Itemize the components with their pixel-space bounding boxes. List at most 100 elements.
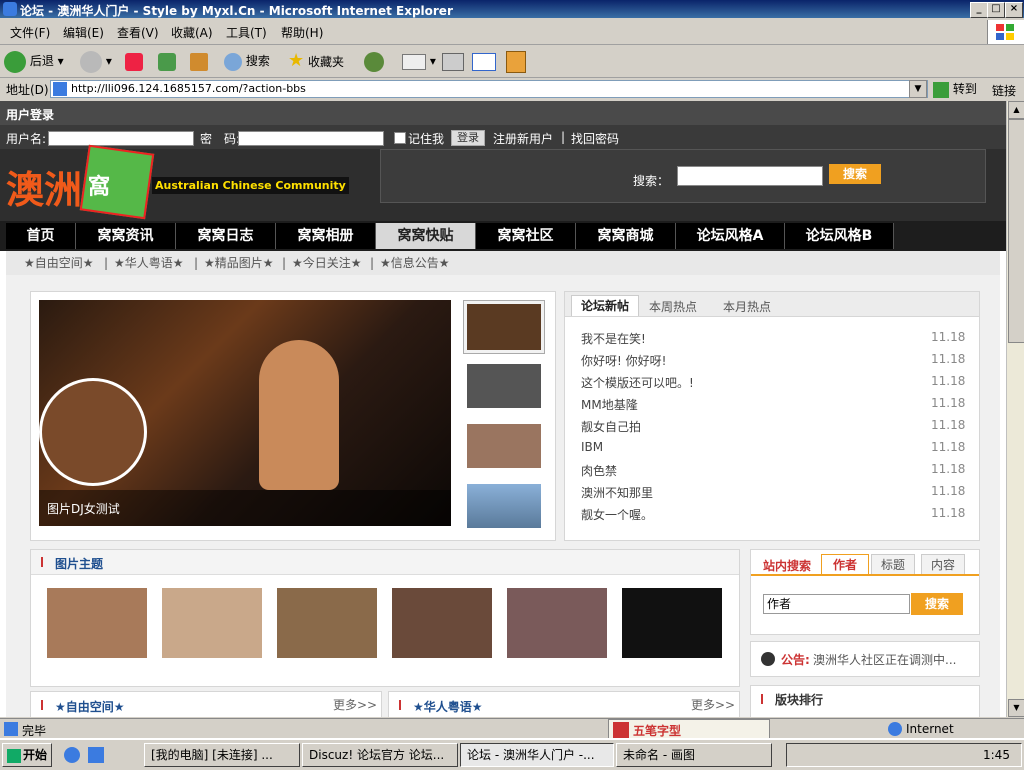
stop-button[interactable] <box>125 49 143 73</box>
header-search-input[interactable] <box>677 166 823 186</box>
site-search-button[interactable]: 搜索 <box>911 593 963 615</box>
remember-checkbox[interactable] <box>394 132 406 144</box>
subnav-item[interactable]: ★精品图片★ <box>204 251 274 275</box>
nav-community[interactable]: 窝窝社区 <box>476 223 576 249</box>
menu-edit[interactable]: 编辑(E) <box>63 24 104 41</box>
list-item[interactable]: 肉色禁 <box>581 462 617 479</box>
forward-button[interactable]: ▾ <box>80 49 112 73</box>
discuss-button[interactable] <box>506 49 526 73</box>
mail-button[interactable]: ▾ <box>402 49 436 73</box>
taskbar-item[interactable]: 未命名 - 画图 <box>616 743 772 767</box>
photo-thumb[interactable] <box>507 588 607 658</box>
close-button[interactable]: × <box>1005 2 1023 18</box>
back-button[interactable]: 后退 ▾ <box>4 49 64 73</box>
photo-thumb[interactable] <box>277 588 377 658</box>
thumbnail-3[interactable] <box>467 424 541 468</box>
list-item-date: 11.18 <box>931 374 966 388</box>
username-input[interactable] <box>48 131 194 146</box>
home-button[interactable] <box>190 49 208 73</box>
featured-panel: 图片DJ女测试 <box>30 291 556 541</box>
tab-week-hot[interactable]: 本周热点 <box>649 298 697 315</box>
photo-thumb[interactable] <box>622 588 722 658</box>
history-button[interactable] <box>364 49 384 73</box>
more-link[interactable]: 更多>> <box>691 696 735 713</box>
list-item[interactable]: IBM <box>581 440 603 454</box>
sub-nav: ★自由空间★ | ★华人粤语★ | ★精品图片★ | ★今日关注★ | ★信息公… <box>6 251 1000 276</box>
tab-new-posts[interactable]: 论坛新帖 <box>571 295 639 316</box>
windows-logo-icon <box>987 20 1024 44</box>
subnav-item[interactable]: ★信息公告★ <box>380 251 450 275</box>
list-item[interactable]: 我不是在笑! <box>581 330 646 347</box>
print-button[interactable] <box>442 49 464 73</box>
username-label: 用户名: <box>6 132 47 146</box>
menu-help[interactable]: 帮助(H) <box>281 24 323 41</box>
notice-text[interactable]: 澳洲华人社区正在调测中... <box>813 651 956 668</box>
nav-style-a[interactable]: 论坛风格A <box>676 223 785 249</box>
go-button[interactable]: 转到 <box>933 80 977 98</box>
password-input[interactable] <box>238 131 384 146</box>
find-password-link[interactable]: 找回密码 <box>571 130 619 147</box>
address-dropdown[interactable]: ▼ <box>909 80 927 98</box>
nav-news[interactable]: 窝窝资讯 <box>76 223 176 249</box>
start-button[interactable]: 开始 <box>2 743 52 767</box>
list-item-date: 11.18 <box>931 330 966 344</box>
more-link[interactable]: 更多>> <box>333 696 377 713</box>
menu-tools[interactable]: 工具(T) <box>226 24 267 41</box>
taskbar-item-active[interactable]: 论坛 - 澳洲华人门户 -... <box>460 743 614 767</box>
site-search-input[interactable]: 作者 <box>763 594 910 614</box>
clock[interactable]: 1:45 <box>983 748 1010 762</box>
nav-home[interactable]: 首页 <box>6 223 76 249</box>
maximize-button[interactable]: □ <box>987 2 1005 18</box>
favorites-button[interactable]: ★ 收藏夹 <box>288 49 344 73</box>
nav-album[interactable]: 窝窝相册 <box>276 223 376 249</box>
list-item[interactable]: 靓女自己拍 <box>581 418 641 435</box>
edit-button[interactable] <box>472 49 496 73</box>
site-logo[interactable]: 澳洲 窩 Australian Chinese Community <box>4 144 354 220</box>
subnav-item[interactable]: ★今日关注★ <box>292 251 362 275</box>
scroll-thumb[interactable] <box>1008 119 1024 343</box>
scroll-down-button[interactable]: ▼ <box>1008 699 1024 717</box>
search-tab-content[interactable]: 内容 <box>921 554 965 576</box>
scroll-up-button[interactable]: ▲ <box>1008 101 1024 119</box>
section-title: ★华人粤语★ <box>413 700 483 714</box>
menu-view[interactable]: 查看(V) <box>117 24 159 41</box>
taskbar-item[interactable]: [我的电脑] [未连接] ... <box>144 743 300 767</box>
featured-image[interactable]: 图片DJ女测试 <box>39 300 451 526</box>
links-button[interactable]: 链接 <box>992 82 1016 99</box>
thumbnail-2[interactable] <box>467 364 541 408</box>
search-tab-title[interactable]: 标题 <box>871 554 915 576</box>
thumbnail-4[interactable] <box>467 484 541 528</box>
quicklaunch-ie-icon[interactable] <box>64 747 80 763</box>
list-item[interactable]: MM地基隆 <box>581 396 638 413</box>
quicklaunch-desktop-icon[interactable] <box>88 747 104 763</box>
photo-thumb[interactable] <box>392 588 492 658</box>
nav-style-b[interactable]: 论坛风格B <box>785 223 894 249</box>
register-link[interactable]: 注册新用户 <box>493 130 553 147</box>
menu-favorites[interactable]: 收藏(A) <box>171 24 213 41</box>
search-tab-author[interactable]: 作者 <box>821 554 869 575</box>
login-button[interactable]: 登录 <box>451 130 485 146</box>
vertical-scrollbar[interactable]: ▲ ▼ <box>1006 101 1024 717</box>
photo-thumb[interactable] <box>47 588 147 658</box>
nav-blog[interactable]: 窝窝日志 <box>176 223 276 249</box>
nav-mall[interactable]: 窝窝商城 <box>576 223 676 249</box>
section-marker-icon <box>761 694 763 704</box>
thumbnail-1[interactable] <box>463 300 545 354</box>
list-item[interactable]: 靓女一个喔。 <box>581 506 653 523</box>
address-input[interactable]: http://lli096.124.1685157.com/?action-bb… <box>50 80 928 98</box>
nav-quickpost[interactable]: 窝窝快贴 <box>376 223 476 249</box>
refresh-button[interactable] <box>158 49 176 73</box>
list-item[interactable]: 澳洲不知那里 <box>581 484 653 501</box>
tab-month-hot[interactable]: 本月热点 <box>723 298 771 315</box>
subnav-item[interactable]: ★自由空间★ <box>24 251 94 275</box>
header-search-button[interactable]: 搜索 <box>829 164 881 184</box>
subnav-item[interactable]: ★华人粤语★ <box>114 251 184 275</box>
list-item[interactable]: 你好呀! 你好呀! <box>581 352 666 369</box>
list-item[interactable]: 这个模版还可以吧。! <box>581 374 694 391</box>
minimize-button[interactable]: _ <box>970 2 988 18</box>
taskbar-item[interactable]: Discuz! 论坛官方 论坛... <box>302 743 458 767</box>
menu-file[interactable]: 文件(F) <box>10 24 50 41</box>
featured-caption: 图片DJ女测试 <box>47 502 120 516</box>
photo-thumb[interactable] <box>162 588 262 658</box>
search-button[interactable]: 搜索 <box>224 49 270 73</box>
